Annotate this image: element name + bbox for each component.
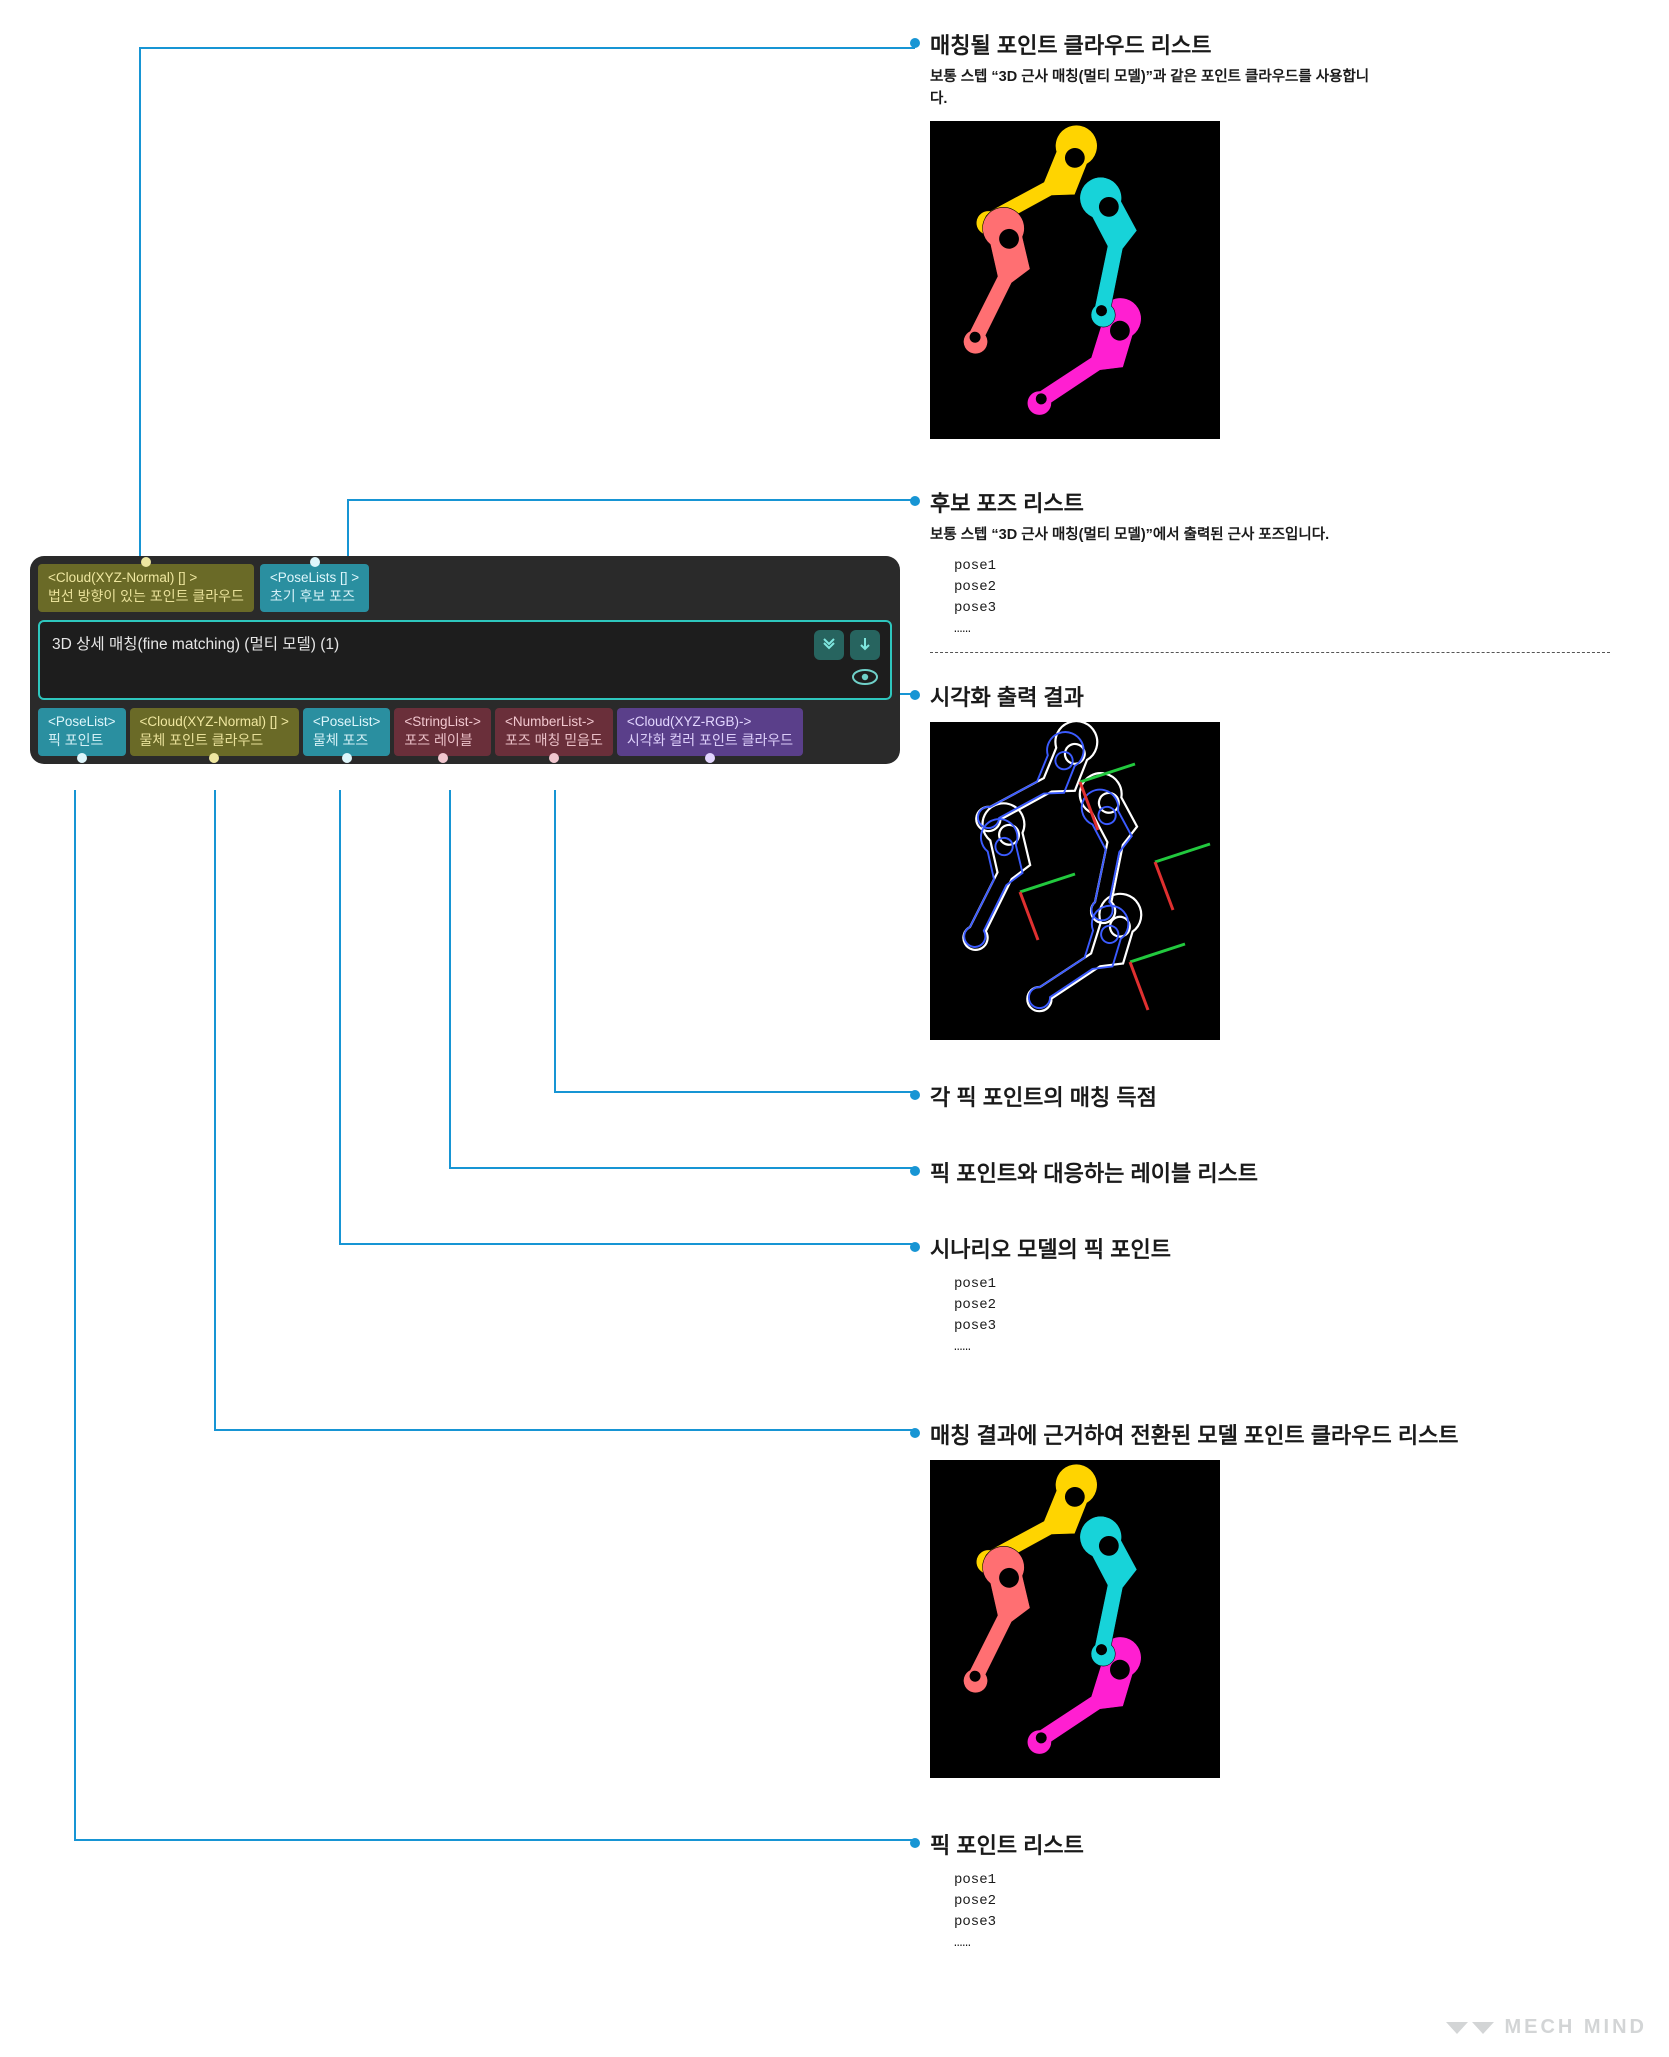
output-port-rgbcloud[interactable]: <Cloud(XYZ-RGB)-> 시각화 컬러 포인트 클라우드 xyxy=(617,708,803,756)
annotation-in0: 매칭될 포인트 클라우드 리스트 보통 스텝 “3D 근사 매칭(멀티 모델)”… xyxy=(930,28,1650,439)
port-label: 시각화 컬러 포인트 클라우드 xyxy=(627,731,793,750)
pose-item: …… xyxy=(954,1337,1650,1358)
node-title-text: 3D 상세 매칭(fine matching) (멀티 모델) (1) xyxy=(52,636,339,653)
input-port-cloud[interactable]: <Cloud(XYZ-Normal) [] > 법선 방향이 있는 포인트 클라… xyxy=(38,564,254,612)
divider xyxy=(930,652,1610,653)
output-port-objcloud[interactable]: <Cloud(XYZ-Normal) [] > 물체 포인트 클라우드 xyxy=(130,708,299,756)
port-type: <PoseList> xyxy=(48,713,116,731)
annotation-title: 시각화 출력 결과 xyxy=(930,680,1650,712)
output-port-scores[interactable]: <NumberList-> 포즈 매칭 믿음도 xyxy=(495,708,613,756)
figure-visualisation xyxy=(930,722,1220,1040)
watermark-icon xyxy=(1446,2022,1468,2034)
pose-item: pose2 xyxy=(954,577,1650,598)
output-port-pickpoint[interactable]: <PoseList> 픽 포인트 xyxy=(38,708,126,756)
output-port-labels[interactable]: <StringList-> 포즈 레이블 xyxy=(394,708,491,756)
input-port-poselists[interactable]: <PoseLists [] > 초기 후보 포즈 xyxy=(260,564,369,612)
bullet-icon xyxy=(910,1428,920,1438)
pose-item: pose3 xyxy=(954,598,1650,619)
annotation-vis: 시각화 출력 결과 xyxy=(930,680,1650,1040)
annotation-title: 각 픽 포인트의 매칭 득점 xyxy=(930,1080,1650,1112)
pose-item: pose2 xyxy=(954,1295,1650,1316)
annotation-subtitle: 보통 스텝 “3D 근사 매칭(멀티 모델)”에서 출력된 근사 포즈입니다. xyxy=(930,524,1550,546)
bullet-icon xyxy=(910,496,920,506)
pose-item: pose1 xyxy=(954,1870,1650,1891)
port-label: 포즈 매칭 믿음도 xyxy=(505,731,603,750)
bullet-icon xyxy=(910,1242,920,1252)
port-label: 픽 포인트 xyxy=(48,731,116,750)
collapse-icon[interactable] xyxy=(814,630,844,660)
port-label: 초기 후보 포즈 xyxy=(270,587,359,606)
figure-pointcloud xyxy=(930,121,1220,439)
port-label: 포즈 레이블 xyxy=(404,731,481,750)
output-port-objpose[interactable]: <PoseList> 물체 포즈 xyxy=(303,708,391,756)
port-type: <StringList-> xyxy=(404,713,481,731)
arrow-down-icon[interactable] xyxy=(850,630,880,660)
port-label: 법선 방향이 있는 포인트 클라우드 xyxy=(48,587,244,606)
pose-item: …… xyxy=(954,1933,1650,1954)
bullet-icon xyxy=(910,1838,920,1848)
pose-item: pose1 xyxy=(954,1274,1650,1295)
node-inputs: <Cloud(XYZ-Normal) [] > 법선 방향이 있는 포인트 클라… xyxy=(30,556,900,612)
watermark-icon xyxy=(1472,2022,1494,2034)
port-type: <NumberList-> xyxy=(505,713,603,731)
annotation-title: 픽 포인트와 대응하는 레이블 리스트 xyxy=(930,1156,1650,1188)
annotation-subtitle: 보통 스텝 “3D 근사 매칭(멀티 모델)”과 같은 포인트 클라우드를 사용… xyxy=(930,66,1370,111)
annotation-title: 매칭 결과에 근거하여 전환된 모델 포인트 클라우드 리스트 xyxy=(930,1418,1650,1450)
node-title-bar[interactable]: 3D 상세 매칭(fine matching) (멀티 모델) (1) xyxy=(38,620,892,700)
figure-transformed-cloud xyxy=(930,1460,1220,1778)
bullet-icon xyxy=(910,1090,920,1100)
annotation-in1: 후보 포즈 리스트 보통 스텝 “3D 근사 매칭(멀티 모델)”에서 출력된 … xyxy=(930,486,1650,640)
eye-icon[interactable] xyxy=(852,668,878,692)
pose-item: pose2 xyxy=(954,1891,1650,1912)
annotation-out3: 픽 포인트와 대응하는 레이블 리스트 xyxy=(930,1156,1650,1194)
annotation-out1: 매칭 결과에 근거하여 전환된 모델 포인트 클라우드 리스트 xyxy=(930,1418,1650,1778)
port-label: 물체 포인트 클라우드 xyxy=(140,731,289,750)
annotation-out0: 픽 포인트 리스트 pose1 pose2 pose3 …… xyxy=(930,1828,1650,1954)
port-type: <Cloud(XYZ-Normal) [] > xyxy=(140,713,289,731)
watermark: MECH MIND xyxy=(1446,2016,1647,2039)
pose-list: pose1 pose2 pose3 …… xyxy=(954,556,1650,640)
port-type: <Cloud(XYZ-Normal) [] > xyxy=(48,569,244,587)
port-type: <PoseLists [] > xyxy=(270,569,359,587)
bullet-icon xyxy=(910,1166,920,1176)
pose-list: pose1 pose2 pose3 …… xyxy=(954,1274,1650,1358)
annotation-out2: 시나리오 모델의 픽 포인트 pose1 pose2 pose3 …… xyxy=(930,1232,1650,1358)
step-node: <Cloud(XYZ-Normal) [] > 법선 방향이 있는 포인트 클라… xyxy=(30,556,900,764)
annotation-title: 후보 포즈 리스트 xyxy=(930,486,1650,518)
annotation-out4: 각 픽 포인트의 매칭 득점 xyxy=(930,1080,1650,1118)
annotation-title: 픽 포인트 리스트 xyxy=(930,1828,1650,1860)
annotation-title: 시나리오 모델의 픽 포인트 xyxy=(930,1232,1650,1264)
watermark-text: MECH MIND xyxy=(1504,2016,1647,2039)
node-outputs: <PoseList> 픽 포인트 <Cloud(XYZ-Normal) [] >… xyxy=(30,700,900,764)
pose-item: pose3 xyxy=(954,1912,1650,1933)
port-label: 물체 포즈 xyxy=(313,731,381,750)
annotation-title: 매칭될 포인트 클라우드 리스트 xyxy=(930,28,1650,60)
bullet-icon xyxy=(910,690,920,700)
port-type: <PoseList> xyxy=(313,713,381,731)
port-type: <Cloud(XYZ-RGB)-> xyxy=(627,713,793,731)
pose-list: pose1 pose2 pose3 …… xyxy=(954,1870,1650,1954)
pose-item: pose3 xyxy=(954,1316,1650,1337)
bullet-icon xyxy=(910,38,920,48)
pose-item: pose1 xyxy=(954,556,1650,577)
pose-item: …… xyxy=(954,619,1650,640)
